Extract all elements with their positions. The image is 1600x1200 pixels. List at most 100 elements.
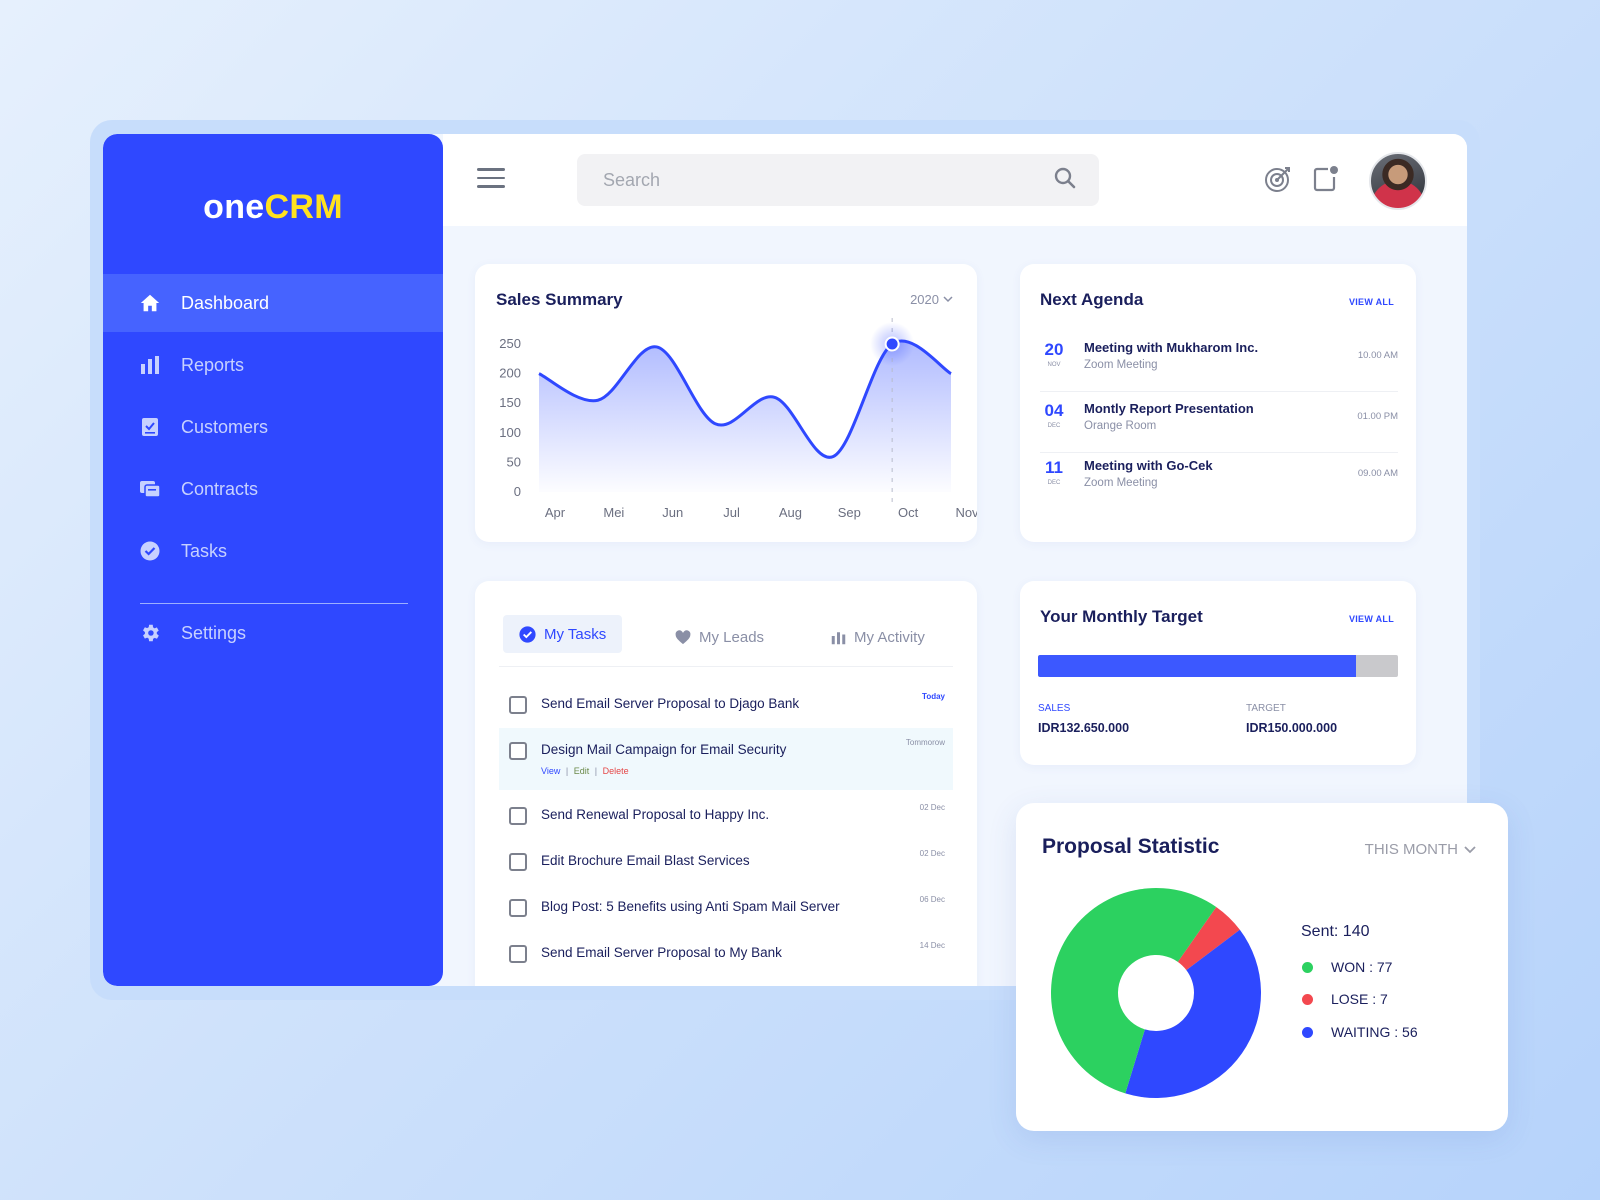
target-icon[interactable] [1263,164,1293,194]
target-view-all-link[interactable]: VIEW ALL [1349,614,1394,624]
x-tick-label: Oct [898,505,919,520]
agenda-subtitle: Orange Room [1084,420,1157,432]
sidebar-item-contracts[interactable]: Contracts [103,460,443,518]
avatar[interactable] [1369,152,1427,210]
task-row[interactable]: Design Mail Campaign for Email Security … [499,728,953,790]
task-delete-link[interactable]: Delete [603,766,629,776]
y-tick-label: 100 [499,425,521,440]
task-date: 14 Dec [919,941,945,950]
period-value: THIS MONTH [1364,841,1458,858]
tab-my-leads[interactable]: My Leads [675,618,764,656]
task-row[interactable]: Send Email Server Proposal to My Bank 14… [499,931,953,977]
legend-lose: LOSE : 7 [1302,991,1388,1007]
task-checkbox[interactable] [509,742,527,760]
task-label: Design Mail Campaign for Email Security [541,742,787,757]
task-checkbox[interactable] [509,853,527,871]
sales-value: IDR132.650.000 [1038,721,1130,735]
agenda-day: 20 [1044,340,1064,359]
search-input[interactable] [603,169,1053,191]
chevron-down-icon [1464,845,1476,854]
x-tick-label: Apr [545,505,566,520]
target-progress-fill [1038,655,1357,677]
tab-my-tasks[interactable]: My Tasks [503,615,623,653]
sales-chart: 250 200 150 100 50 0 Apr Mei Jun Jul Aug Sep Oct Nov [499,318,977,520]
x-tick-label: Aug [779,505,802,520]
x-tick-label: Jul [723,505,740,520]
task-checkbox[interactable] [509,696,527,714]
task-label: Send Email Server Proposal to My Bank [541,945,782,960]
sidebar-item-label: Reports [181,354,245,375]
target-progress-bar [1038,655,1398,677]
bar-chart-icon [139,354,161,376]
legend-label: WON : 77 [1331,959,1393,975]
agenda-month: DEC [1047,423,1061,429]
task-label: Send Email Server Proposal to Djago Bank [541,696,800,711]
y-tick-label: 50 [507,454,521,469]
next-agenda-title: Next Agenda [1040,290,1144,309]
agenda-title: Meeting with Go-Cek [1084,458,1213,473]
sidebar-item-customers[interactable]: Customers [103,398,443,456]
sidebar-item-tasks[interactable]: Tasks [103,522,443,580]
task-checkbox[interactable] [509,807,527,825]
task-label: Blog Post: 5 Benefits using Anti Spam Ma… [541,899,840,914]
x-tick-label: Sep [838,505,861,520]
tab-label: My Tasks [544,625,607,643]
task-row[interactable]: Blog Post: 5 Benefits using Anti Spam Ma… [499,885,953,931]
agenda-view-all-link[interactable]: VIEW ALL [1349,297,1394,307]
gear-icon [139,622,161,644]
sidebar-item-dashboard[interactable]: Dashboard [103,274,443,332]
task-date: 02 Dec [919,849,945,858]
period-select[interactable]: THIS MONTH [1365,841,1476,858]
task-label: Edit Brochure Email Blast Services [541,853,750,868]
agenda-item[interactable]: 20 NOV Meeting with Mukharom Inc. Zoom M… [1040,336,1398,392]
legend-won: WON : 77 [1302,959,1392,975]
sent-total: Sent: 140 [1301,923,1370,940]
home-icon [139,292,161,314]
tabs-divider [499,666,953,667]
sidebar: oneCRM Dashboard Reports Customers Contr [103,134,443,986]
brand-logo[interactable]: oneCRM [103,188,443,227]
task-view-link[interactable]: View [541,766,560,776]
agenda-item[interactable]: 04 DEC Montly Report Presentation Orange… [1040,397,1398,453]
task-date: Today [922,692,945,701]
hamburger-icon[interactable] [477,168,505,190]
proposal-statistic-card: Proposal Statistic THIS MONTH Sent: 140 … [1016,803,1508,1131]
sidebar-item-settings[interactable]: Settings [103,604,443,662]
x-tick-label: Jun [662,505,683,520]
proposal-title: Proposal Statistic [1042,835,1220,858]
search-bar[interactable] [577,154,1099,206]
agenda-item[interactable]: 11 DEC Meeting with Go-Cek Zoom Meeting … [1040,454,1398,510]
legend-dot [1302,993,1313,1005]
search-icon[interactable] [1053,166,1077,195]
bar-chart-icon [831,630,846,645]
sidebar-item-label: Dashboard [181,292,270,313]
task-date: 06 Dec [919,895,945,904]
notification-icon[interactable] [1311,164,1341,194]
agenda-title: Meeting with Mukharom Inc. [1084,340,1259,355]
top-bar [443,134,1467,226]
agenda-month: NOV [1047,362,1061,368]
task-row[interactable]: Send Email Server Proposal to Djago Bank… [499,682,953,728]
task-checkbox[interactable] [509,899,527,917]
sidebar-item-label: Settings [181,622,247,643]
check-circle-icon [519,625,536,643]
legend-dot [1302,1026,1313,1038]
action-separator: | [565,766,569,776]
tab-my-activity[interactable]: My Activity [831,618,925,656]
agenda-time: 09.00 AM [1357,468,1398,479]
task-date: Tommorow [905,738,945,747]
sidebar-item-reports[interactable]: Reports [103,336,443,394]
next-agenda-card: Next Agenda VIEW ALL 20 NOV Meeting with… [1020,264,1416,542]
agenda-title: Montly Report Presentation [1084,401,1254,416]
x-tick-label: Nov [955,505,977,520]
y-tick-label: 200 [499,366,521,381]
legend-label: WAITING : 56 [1331,1024,1418,1040]
task-row[interactable]: Edit Brochure Email Blast Services 02 De… [499,839,953,885]
legend-waiting: WAITING : 56 [1302,1024,1418,1040]
task-row[interactable]: Send Renewal Proposal to Happy Inc. 02 D… [499,793,953,839]
task-edit-link[interactable]: Edit [574,766,590,776]
agenda-day: 04 [1044,401,1064,420]
agenda-subtitle: Zoom Meeting [1084,477,1158,489]
task-checkbox[interactable] [509,945,527,963]
agenda-subtitle: Zoom Meeting [1084,359,1158,371]
